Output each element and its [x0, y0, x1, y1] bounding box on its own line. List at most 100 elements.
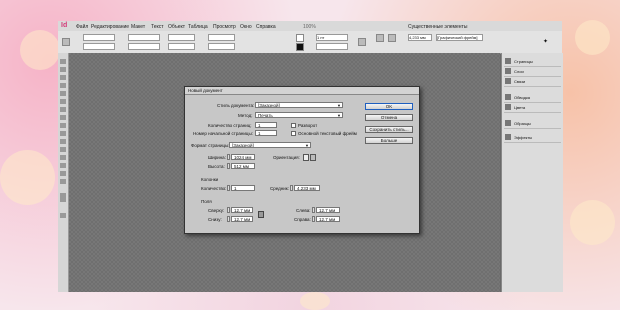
stroke-weight-field[interactable]: 1 пт	[316, 34, 348, 41]
save-preset-button[interactable]: Сохранить стиль...	[365, 126, 413, 133]
chain-link-icon[interactable]	[258, 211, 264, 218]
view-mode-icon[interactable]	[60, 213, 66, 218]
panel-effects[interactable]: Эффекты	[504, 133, 561, 143]
zoom-level[interactable]: 100%	[303, 24, 316, 30]
menu-file[interactable]: Файл	[76, 24, 88, 30]
more-options-button[interactable]: Больше	[365, 137, 413, 144]
right-margin-spinner[interactable]	[312, 216, 315, 222]
master-text-frame-checkbox[interactable]	[291, 130, 296, 136]
rotate-field[interactable]	[208, 34, 235, 41]
shear-field[interactable]	[208, 43, 235, 50]
page-size-select[interactable]: [Заказной] ▼	[229, 142, 311, 148]
fill-swatch-icon[interactable]	[296, 34, 304, 42]
cancel-button[interactable]: Отмена	[365, 114, 413, 121]
pin-icon[interactable]: ✦	[543, 38, 548, 45]
width-field[interactable]: 1024 мм	[231, 154, 255, 160]
panel-pages[interactable]: Страницы	[504, 57, 561, 67]
scale-x-field[interactable]	[168, 34, 195, 41]
note-tool-icon[interactable]	[60, 155, 66, 160]
pages-label: Количество страниц:	[208, 123, 252, 128]
dialog-titlebar[interactable]: Новый документ	[185, 87, 419, 95]
columns-spinner[interactable]	[227, 185, 230, 191]
fill-stroke-icon[interactable]	[60, 193, 66, 202]
ok-button[interactable]: OK	[365, 103, 413, 110]
portrait-icon[interactable]	[303, 154, 309, 161]
bokeh-circle	[575, 20, 610, 55]
rectangle-tool-icon[interactable]	[60, 123, 66, 128]
height-spinner[interactable]	[227, 163, 230, 169]
columns-title: Колонки	[201, 177, 219, 182]
stroke-swatch-icon[interactable]	[296, 43, 304, 51]
intent-select[interactable]: Печать ▼	[255, 112, 343, 118]
align-icon[interactable]	[388, 34, 396, 42]
panel-links[interactable]: Связи	[504, 77, 561, 87]
type-tool-icon[interactable]	[60, 83, 66, 88]
new-document-dialog: Новый документ Стиль документа: [Заказно…	[184, 86, 420, 234]
scissors-tool-icon[interactable]	[60, 131, 66, 136]
workspace-switcher[interactable]: Существенные элементы	[408, 24, 467, 30]
panel-stroke[interactable]: Обводка	[504, 93, 561, 103]
x-field[interactable]	[83, 34, 115, 41]
landscape-icon[interactable]	[310, 154, 316, 161]
w-field[interactable]	[128, 34, 160, 41]
line-tool-icon[interactable]	[60, 91, 66, 96]
height-field[interactable]: 512 мм	[231, 163, 255, 169]
frame-style-field[interactable]: [Графический фрейм]	[436, 34, 483, 41]
h-field[interactable]	[128, 43, 160, 50]
top-margin-field[interactable]: 12,7 мм	[231, 207, 253, 213]
menu-object[interactable]: Объект	[168, 24, 185, 30]
menu-type[interactable]: Текст	[151, 24, 164, 30]
layers-icon	[505, 68, 511, 74]
menu-help[interactable]: Справка	[256, 24, 276, 30]
wrap-icon[interactable]	[376, 34, 384, 42]
chevron-down-icon: ▼	[337, 103, 341, 108]
chevron-down-icon: ▼	[305, 143, 309, 148]
panel-swatches[interactable]: Образцы	[504, 119, 561, 129]
menu-layout[interactable]: Макет	[131, 24, 145, 30]
panel-layers[interactable]: Слои	[504, 67, 561, 77]
effects-icon[interactable]	[358, 38, 366, 46]
hand-tool-icon[interactable]	[60, 171, 66, 176]
top-margin-label: Сверху:	[208, 208, 225, 213]
zoom-tool-icon[interactable]	[60, 179, 66, 184]
menu-edit[interactable]: Редактирование	[91, 24, 129, 30]
bokeh-circle	[0, 150, 55, 205]
transform-tool-icon[interactable]	[60, 139, 66, 144]
effects-icon	[505, 134, 511, 140]
tools-panel	[58, 53, 69, 292]
page-tool-icon[interactable]	[60, 75, 66, 80]
rectangle-frame-tool-icon[interactable]	[60, 115, 66, 120]
menu-view[interactable]: Просмотр	[213, 24, 236, 30]
bokeh-circle	[20, 30, 60, 70]
top-margin-spinner[interactable]	[227, 207, 230, 213]
bottom-margin-field[interactable]: 12,7 мм	[231, 216, 253, 222]
size-field[interactable]: 4,233 мм	[408, 34, 432, 41]
gutter-spinner[interactable]	[290, 185, 293, 191]
eyedropper-tool-icon[interactable]	[60, 163, 66, 168]
bottom-margin-spinner[interactable]	[227, 216, 230, 222]
left-margin-field[interactable]: 12,7 мм	[316, 207, 340, 213]
pen-tool-icon[interactable]	[60, 99, 66, 104]
width-spinner[interactable]	[227, 154, 230, 160]
panel-color[interactable]: Цвета	[504, 103, 561, 113]
right-margin-field[interactable]: 12,7 мм	[316, 216, 340, 222]
scale-y-field[interactable]	[168, 43, 195, 50]
direct-selection-tool-icon[interactable]	[60, 67, 66, 72]
menu-window[interactable]: Окно	[240, 24, 252, 30]
y-field[interactable]	[83, 43, 115, 50]
stroke-type-field[interactable]	[316, 43, 348, 50]
start-page-field[interactable]: 1	[255, 130, 277, 136]
swatches-icon	[505, 120, 511, 126]
columns-count-field[interactable]: 1	[231, 185, 255, 191]
preset-select[interactable]: [Заказной] ▼	[255, 102, 343, 108]
pencil-tool-icon[interactable]	[60, 107, 66, 112]
selection-tool-icon[interactable]	[60, 59, 66, 64]
pages-field[interactable]: 1	[255, 122, 277, 128]
menu-table[interactable]: Таблица	[188, 24, 208, 30]
control-panel: 1 пт 4,233 мм [Графический фрейм] ✦	[58, 31, 562, 54]
gutter-field[interactable]: 4,233 мм	[294, 185, 320, 191]
facing-pages-checkbox[interactable]	[291, 122, 296, 128]
left-margin-spinner[interactable]	[312, 207, 315, 213]
reference-point-icon[interactable]	[62, 38, 70, 46]
gradient-tool-icon[interactable]	[60, 147, 66, 152]
